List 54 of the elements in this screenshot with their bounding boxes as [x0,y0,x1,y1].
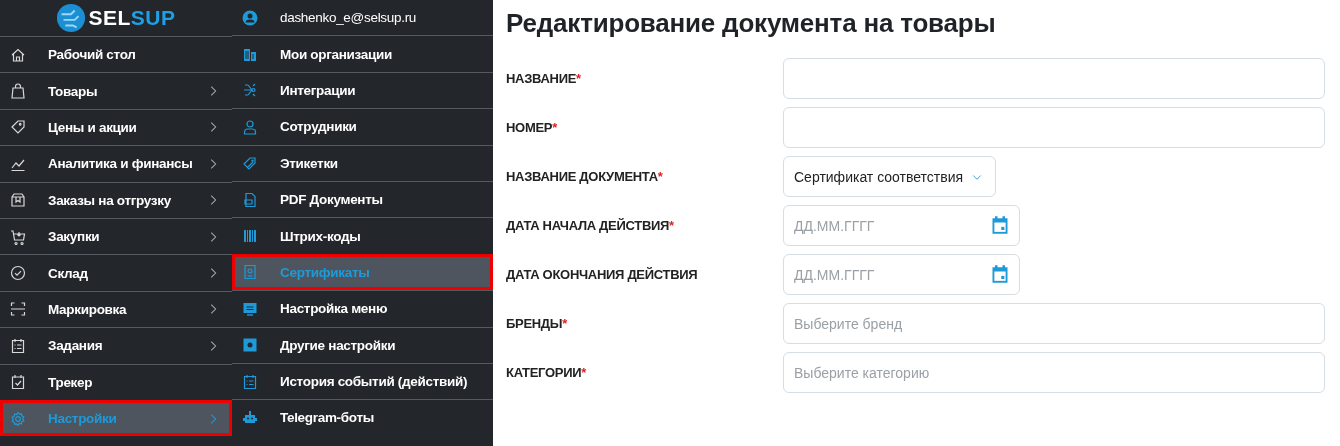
barcode-icon [242,228,258,245]
submenu-item[interactable]: История событий (действий) [232,362,493,400]
bag-icon [10,83,26,100]
sidebar-item[interactable]: Закупки [0,217,232,255]
field-label: НОМЕР* [506,120,558,135]
checklist-icon [10,337,26,354]
tag-icon [10,119,26,136]
calendar-check-icon [10,374,26,391]
field-label: КАТЕГОРИИ* [506,365,588,380]
field-label: ДАТА ОКОНЧАНИЯ ДЕЙСТВИЯ [506,267,699,282]
gear-icon [10,410,26,427]
checklist-icon [242,373,258,390]
submenu-item[interactable]: Другие настройки [232,326,493,363]
field-label: НАЗВАНИЕ ДОКУМЕНТА* [506,169,664,184]
scan-icon [10,301,26,318]
submenu-item[interactable]: Этикетки [232,144,493,181]
sidebar-item[interactable]: Задания [0,327,232,364]
text-field[interactable] [783,107,1325,148]
logo-text: SELSUP [88,6,176,30]
submenu-item[interactable]: Мои организации [232,35,493,72]
field-label: ДАТА НАЧАЛА ДЕЙСТВИЯ* [506,218,675,233]
document-type-dropdown[interactable]: Сертификат соответствия [783,156,997,197]
globe-icon [56,3,87,33]
person-icon [242,118,258,135]
text-field[interactable]: Выберите бренд [783,303,1325,344]
building-icon [242,46,258,63]
monitor-icon [242,300,258,317]
user-email: dashenko_e@selsup.ru [280,10,418,26]
submenu-item[interactable]: Интеграции [232,71,493,109]
date-field[interactable]: ДД.ММ.ГГГГ [783,205,1020,246]
robot-icon [242,410,258,426]
sidebar-item[interactable]: Заказы на отгрузку [0,181,232,218]
submenu-item[interactable]: Telegram-боты [232,399,493,436]
sidebar-item[interactable]: Товары [0,72,232,109]
submenu-item[interactable]: Настройка меню [232,290,493,327]
certificate-icon [242,264,258,281]
page-title: Редактирование документа на товары [506,8,997,39]
date-field[interactable]: ДД.ММ.ГГГГ [783,254,1020,295]
user-avatar-icon [242,9,258,26]
field-label: БРЕНДЫ* [506,316,569,331]
home-icon [10,46,26,63]
gear-square-icon [242,337,258,354]
box-icon [10,192,26,209]
cart-icon [10,228,26,245]
submenu-item[interactable]: PDF Документы [232,180,493,218]
submenu-item[interactable]: Сотрудники [232,108,493,145]
text-field[interactable]: Выберите категорию [783,352,1325,393]
text-field[interactable] [783,58,1325,99]
field-label: НАЗВАНИЕ* [506,71,582,86]
network-icon [242,82,258,99]
submenu-item[interactable]: Штрих-коды [232,217,493,254]
pdf-file-icon [242,191,258,208]
tags-icon [242,155,258,172]
check-circle-icon [10,265,26,282]
